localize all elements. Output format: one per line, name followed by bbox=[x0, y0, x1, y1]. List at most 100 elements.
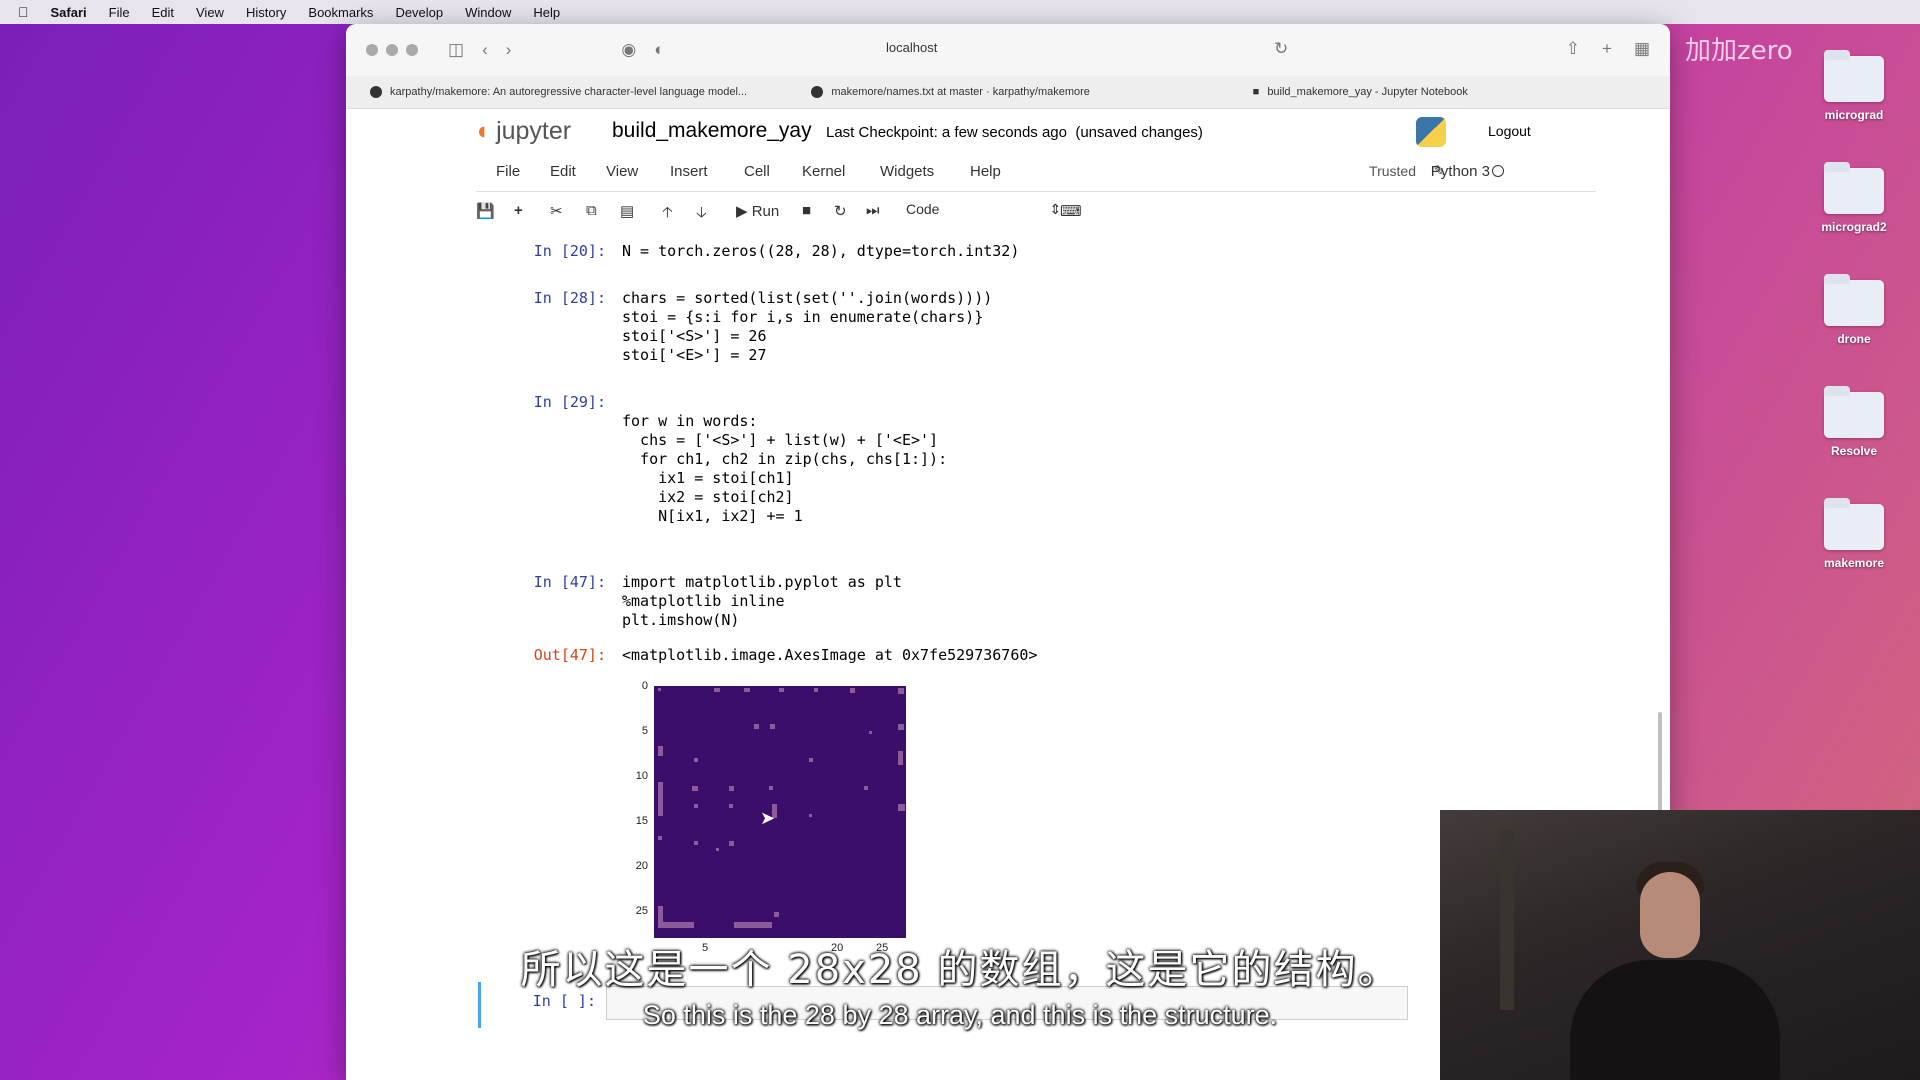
y-tick: 15 bbox=[635, 815, 648, 827]
menubar-view[interactable]: View bbox=[196, 5, 224, 20]
desktop-folder-label: drone bbox=[1837, 332, 1871, 346]
menu-view[interactable]: View bbox=[606, 163, 638, 180]
paste-icon[interactable]: ▤ bbox=[620, 202, 634, 220]
desktop-folder-label: micrograd2 bbox=[1821, 220, 1887, 234]
folder-icon bbox=[1824, 498, 1884, 550]
kernel-status-icon bbox=[1492, 165, 1504, 177]
menu-edit[interactable]: Edit bbox=[550, 163, 576, 180]
folder-icon bbox=[1824, 386, 1884, 438]
tab-bar: karpathy/makemore: An autoregressive cha… bbox=[346, 76, 1670, 109]
browser-toolbar: ◫ ‹ › ◉ ◐ localhost ↻ ⇧ + ▦ bbox=[346, 24, 1670, 76]
code-cell[interactable]: import matplotlib.pyplot as plt %matplot… bbox=[622, 573, 902, 630]
back-icon[interactable]: ‹ bbox=[482, 40, 488, 60]
y-tick: 0 bbox=[641, 680, 648, 692]
menubar-help[interactable]: Help bbox=[533, 5, 560, 20]
subtitle-chinese: 所以这是一个 28x28 的数组，这是它的结构。 bbox=[520, 947, 1400, 993]
desktop-folder-resolve[interactable]: Resolve bbox=[1809, 386, 1899, 458]
folder-icon bbox=[1824, 274, 1884, 326]
menu-kernel[interactable]: Kernel bbox=[802, 163, 845, 180]
menubar-bookmarks[interactable]: Bookmarks bbox=[308, 5, 373, 20]
sidebar-icon[interactable]: ◫ bbox=[448, 40, 464, 60]
logout-button[interactable]: Logout bbox=[1476, 117, 1543, 145]
code-cell[interactable]: chars = sorted(list(set(''.join(words)))… bbox=[622, 289, 992, 365]
desktop-folder-makemore[interactable]: makemore bbox=[1809, 498, 1899, 570]
restart-icon[interactable]: ↻ bbox=[834, 202, 847, 220]
menubar-edit[interactable]: Edit bbox=[152, 5, 174, 20]
reader-icon[interactable]: ◐ bbox=[654, 40, 664, 60]
stop-icon[interactable]: ■ bbox=[802, 202, 811, 219]
subtitle-english: So this is the 28 by 28 array, and this … bbox=[642, 1000, 1278, 1030]
menubar-app-name[interactable]: Safari bbox=[51, 5, 87, 20]
cell-type-value: Code bbox=[906, 201, 940, 217]
output-text: <matplotlib.image.AxesImage at 0x7fe5297… bbox=[622, 646, 1038, 664]
move-down-icon[interactable]: 🡣 bbox=[696, 202, 707, 227]
share-icon[interactable]: ⇧ bbox=[1566, 39, 1580, 59]
desktop-folder-micrograd2[interactable]: micrograd2 bbox=[1809, 162, 1899, 234]
mouse-cursor-icon: ➤ bbox=[760, 808, 776, 828]
kernel-name[interactable]: Python 3 bbox=[1431, 163, 1490, 180]
tab-names-txt[interactable]: makemore/names.txt at master · karpathy/… bbox=[787, 85, 1228, 99]
y-tick: 20 bbox=[635, 860, 648, 872]
close-window-button[interactable] bbox=[366, 44, 378, 56]
privacy-report-icon[interactable]: ◉ bbox=[621, 40, 636, 60]
notebook-icon: ■ bbox=[1252, 86, 1260, 98]
cell-prompt: In [20]: bbox=[533, 242, 606, 260]
cell-type-select[interactable]: Code ⇕ bbox=[906, 201, 1061, 218]
tab-makemore-repo[interactable]: karpathy/makemore: An autoregressive cha… bbox=[346, 85, 787, 99]
menu-file[interactable]: File bbox=[496, 163, 520, 180]
run-button[interactable]: ▶ Run bbox=[736, 202, 779, 220]
menubar-develop[interactable]: Develop bbox=[395, 5, 443, 20]
forward-icon[interactable]: › bbox=[506, 40, 512, 60]
menubar-window[interactable]: Window bbox=[465, 5, 511, 20]
tab-jupyter-notebook[interactable]: ■ build_makemore_yay - Jupyter Notebook bbox=[1229, 86, 1670, 98]
cut-icon[interactable]: ✂ bbox=[550, 202, 563, 220]
desktop-folder-drone[interactable]: drone bbox=[1809, 274, 1899, 346]
minimize-window-button[interactable] bbox=[386, 44, 398, 56]
github-icon bbox=[370, 86, 382, 99]
menu-help[interactable]: Help bbox=[970, 163, 1001, 180]
python-logo-icon bbox=[1416, 117, 1446, 147]
checkpoint-text: Last Checkpoint: a few seconds ago bbox=[826, 124, 1067, 141]
menu-widgets[interactable]: Widgets bbox=[880, 163, 934, 180]
reload-icon[interactable]: ↻ bbox=[1274, 39, 1288, 59]
checkpoint-status: Last Checkpoint: a few seconds ago (unsa… bbox=[826, 124, 1203, 141]
macos-menubar:  Safari File Edit View History Bookmark… bbox=[0, 0, 1920, 24]
code-cell[interactable]: N = torch.zeros((28, 28), dtype=torch.in… bbox=[622, 242, 1019, 261]
heatmap-cells bbox=[658, 688, 905, 928]
apple-icon[interactable]:  bbox=[18, 4, 29, 20]
tab-title: karpathy/makemore: An autoregressive cha… bbox=[390, 85, 748, 98]
imshow-plot bbox=[654, 686, 906, 938]
menu-cell[interactable]: Cell bbox=[744, 163, 770, 180]
folder-icon bbox=[1824, 50, 1884, 102]
zoom-window-button[interactable] bbox=[406, 44, 418, 56]
menu-insert[interactable]: Insert bbox=[670, 163, 708, 180]
code-cell[interactable]: for w in words: chs = ['<S>'] + list(w) … bbox=[622, 393, 947, 526]
run-label: Run bbox=[751, 203, 780, 220]
y-tick: 10 bbox=[635, 770, 648, 782]
insert-cell-icon[interactable]: + bbox=[514, 202, 523, 219]
tab-title: makemore/names.txt at master · karpathy/… bbox=[831, 85, 1090, 98]
trusted-indicator[interactable]: Trusted bbox=[1369, 163, 1416, 179]
address-bar[interactable]: localhost bbox=[886, 40, 937, 55]
menubar-file[interactable]: File bbox=[109, 5, 130, 20]
move-up-icon[interactable]: 🡡 bbox=[662, 202, 673, 227]
desktop-folder-label: Resolve bbox=[1830, 444, 1878, 458]
y-tick: 5 bbox=[641, 725, 648, 737]
cell-prompt: In [47]: bbox=[533, 573, 606, 591]
tab-overview-icon[interactable]: ▦ bbox=[1634, 39, 1650, 59]
jupyter-logo[interactable]: ◖ jupyter bbox=[474, 117, 571, 146]
save-icon[interactable]: 💾 bbox=[476, 202, 495, 220]
menubar-history[interactable]: History bbox=[246, 5, 286, 20]
notebook-name[interactable]: build_makemore_yay bbox=[612, 119, 812, 143]
desktop-folder-micrograd[interactable]: micrograd bbox=[1809, 50, 1899, 122]
keyboard-icon[interactable]: ⌨ bbox=[1060, 202, 1082, 220]
jupyter-logo-text: jupyter bbox=[496, 117, 572, 145]
watermark: 加加zero bbox=[1685, 36, 1793, 66]
fast-forward-icon[interactable]: ⏭ bbox=[866, 202, 880, 219]
desktop-folder-label: makemore bbox=[1823, 556, 1885, 570]
new-tab-icon[interactable]: + bbox=[1602, 39, 1612, 59]
jupyter-header: ◖ jupyter build_makemore_yay Last Checkp… bbox=[346, 109, 1670, 151]
y-tick: 25 bbox=[635, 905, 648, 917]
github-icon bbox=[811, 86, 824, 99]
copy-icon[interactable]: ⧉ bbox=[586, 202, 597, 219]
